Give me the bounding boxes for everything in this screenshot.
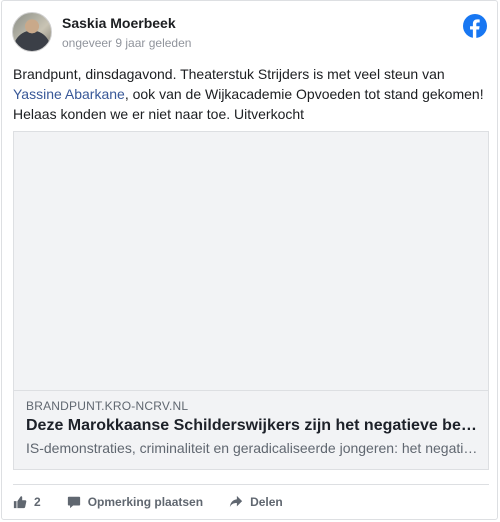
author-name[interactable]: Saskia Moerbeek bbox=[62, 15, 176, 31]
comment-icon bbox=[67, 496, 80, 508]
post-header: Saskia Moerbeek ongeveer 9 jaar geleden bbox=[12, 12, 487, 56]
like-button[interactable]: 2 bbox=[13, 495, 41, 509]
facebook-logo-icon[interactable] bbox=[463, 14, 487, 38]
comment-button[interactable]: Opmerking plaatsen bbox=[67, 495, 203, 509]
post-timestamp[interactable]: ongeveer 9 jaar geleden bbox=[62, 36, 191, 50]
share-label: Delen bbox=[250, 494, 283, 509]
like-count: 2 bbox=[34, 494, 41, 509]
thumbs-up-icon bbox=[13, 495, 27, 508]
mention-link[interactable]: Yassine Abarkane bbox=[13, 86, 125, 102]
link-preview-description: IS-demonstraties, criminaliteit en gerad… bbox=[26, 440, 478, 456]
link-preview-title[interactable]: Deze Marokkaanse Schilderswijkers zijn h… bbox=[26, 417, 478, 435]
facebook-post-card: Saskia Moerbeek ongeveer 9 jaar geleden … bbox=[1, 0, 498, 520]
post-actions-bar: 2 Opmerking plaatsen Delen bbox=[13, 484, 489, 518]
link-preview-body[interactable]: BRANDPUNT.KRO-NCRV.NL Deze Marokkaanse S… bbox=[26, 399, 478, 456]
share-button[interactable]: Delen bbox=[229, 495, 283, 509]
link-preview-image[interactable] bbox=[14, 132, 488, 391]
share-arrow-icon bbox=[229, 495, 243, 507]
avatar[interactable] bbox=[12, 12, 52, 52]
post-text: Brandpunt, dinsdagavond. Theaterstuk Str… bbox=[13, 64, 493, 124]
comment-label: Opmerking plaatsen bbox=[87, 494, 204, 509]
link-preview-domain: BRANDPUNT.KRO-NCRV.NL bbox=[26, 399, 189, 413]
post-text-start: Brandpunt, dinsdagavond. Theaterstuk Str… bbox=[13, 66, 445, 82]
link-preview[interactable]: BRANDPUNT.KRO-NCRV.NL Deze Marokkaanse S… bbox=[13, 131, 489, 470]
